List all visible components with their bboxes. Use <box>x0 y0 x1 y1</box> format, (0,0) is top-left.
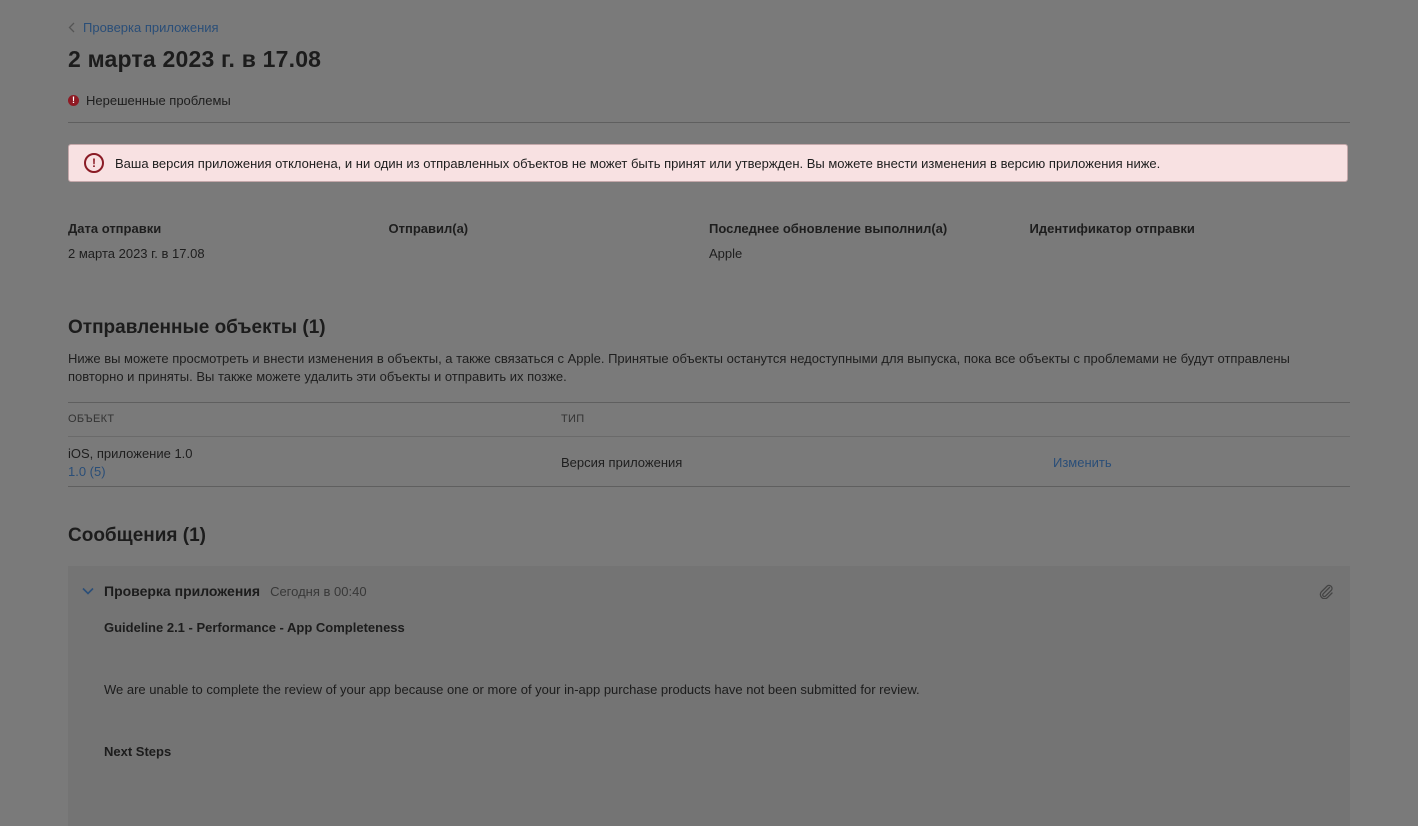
chevron-down-icon[interactable] <box>82 582 94 600</box>
status-indicator: ! Нерешенные проблемы <box>68 93 231 108</box>
table-top-divider <box>68 402 1350 403</box>
meta-value <box>389 246 710 261</box>
page-title: 2 марта 2023 г. в 17.08 <box>68 46 322 72</box>
edit-link[interactable]: Изменить <box>1053 455 1112 470</box>
build-version-link[interactable]: 1.0 (5) <box>68 464 106 479</box>
message-body: We are unable to complete the review of … <box>104 682 920 697</box>
table-bottom-divider <box>68 486 1350 487</box>
column-header-object: ОБЪЕКТ <box>68 413 115 425</box>
error-status-icon: ! <box>68 95 79 106</box>
breadcrumb[interactable]: Проверка приложения <box>68 20 219 35</box>
message-time: Сегодня в 00:40 <box>270 583 367 599</box>
header-divider <box>68 122 1350 123</box>
meta-label: Последнее обновление выполнил(а) <box>709 221 948 236</box>
message-header[interactable]: Проверка приложения Сегодня в 00:40 <box>82 582 367 600</box>
meta-label: Дата отправки <box>68 221 162 236</box>
alert-icon: ! <box>84 153 104 173</box>
table-header-divider <box>68 436 1350 437</box>
message-guideline: Guideline 2.1 - Performance - App Comple… <box>104 620 405 635</box>
message-sender: Проверка приложения <box>104 583 261 599</box>
submitted-items-heading: Отправленные объекты (1) <box>68 317 326 338</box>
rejection-alert: ! Ваша версия приложения отклонена, и ни… <box>68 144 1348 182</box>
meta-submit-date: Дата отправки 2 марта 2023 г. в 17.08 <box>68 221 389 261</box>
message-next-steps: Next Steps <box>104 744 172 759</box>
object-name: iOS, приложение 1.0 <box>68 446 193 461</box>
meta-value: 2 марта 2023 г. в 17.08 <box>68 246 205 261</box>
meta-label: Отправил(а) <box>388 221 469 236</box>
meta-submission-id: Идентификатор отправки <box>1030 221 1351 261</box>
meta-label: Идентификатор отправки <box>1029 221 1195 236</box>
alert-text: Ваша версия приложения отклонена, и ни о… <box>115 155 1161 171</box>
chevron-left-icon <box>68 22 75 33</box>
meta-value <box>1030 246 1351 261</box>
object-type: Версия приложения <box>561 455 683 470</box>
submitted-items-description: Ниже вы можете просмотреть и внести изме… <box>68 351 1290 384</box>
meta-last-updated-by: Последнее обновление выполнил(а) Apple <box>709 221 1030 261</box>
meta-submitted-by: Отправил(а) <box>389 221 710 261</box>
submission-meta: Дата отправки 2 марта 2023 г. в 17.08 От… <box>68 221 1350 261</box>
meta-value: Apple <box>709 246 743 261</box>
paperclip-icon[interactable] <box>1318 583 1334 604</box>
status-label: Нерешенные проблемы <box>86 93 231 108</box>
breadcrumb-link[interactable]: Проверка приложения <box>83 20 219 35</box>
messages-heading: Сообщения (1) <box>68 525 207 546</box>
column-header-type: ТИП <box>561 413 585 425</box>
message-panel: Проверка приложения Сегодня в 00:40 Guid… <box>68 566 1350 826</box>
